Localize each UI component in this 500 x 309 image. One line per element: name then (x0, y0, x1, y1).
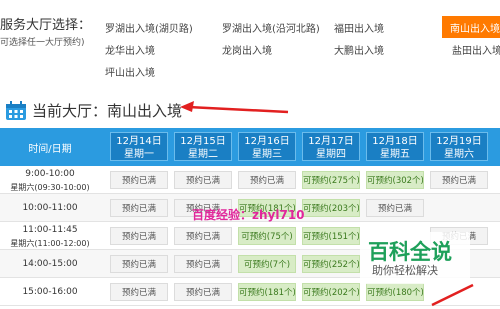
day-date: 12月14日 (116, 136, 162, 147)
slot-full: 预约已满 (366, 199, 424, 217)
day-date: 12月15日 (180, 136, 226, 147)
hall-selection-label: 服务大厅选择： (0, 18, 92, 33)
day-header: 12月17日 星期四 (302, 132, 360, 161)
day-weekday: 星期五 (380, 149, 410, 160)
red-line-annotation (431, 283, 474, 307)
time-range: 14:00-15:00 (22, 259, 78, 269)
current-hall-bar: 当前大厅：南山出入境 (0, 92, 500, 128)
slot-available[interactable]: 可预约(75个) (238, 227, 296, 245)
watermark-logo: 百科全说 助你轻松解决 (360, 232, 470, 284)
slot-available[interactable]: 可预约(181个) (238, 283, 296, 301)
day-header: 12月18日 星期五 (366, 132, 424, 161)
red-arrow-annotation (180, 101, 289, 114)
slot-available[interactable]: 可预约(302个) (366, 171, 424, 189)
hall-selection-panel: 服务大厅选择： 可选择任一大厅预约) 罗湖出入境(湖贝路) 罗湖出入境(沿河北路… (0, 0, 500, 88)
hall-option-longgang[interactable]: 龙岗出入境 (222, 42, 272, 57)
current-hall-title: 当前大厅：南山出入境 (32, 102, 183, 120)
day-weekday: 星期二 (188, 149, 218, 160)
slot-available[interactable]: 可预约(203个) (302, 199, 360, 217)
time-range: 9:00-10:00 (25, 169, 75, 179)
time-range: 15:00-16:00 (22, 287, 78, 297)
slot-available[interactable]: 可预约(252个) (302, 255, 360, 273)
day-weekday: 星期六 (444, 149, 474, 160)
slot-full: 预约已满 (110, 199, 168, 217)
slot-available[interactable]: 可预约(202个) (302, 283, 360, 301)
time-date-header: 时间/日期 (28, 143, 72, 155)
day-header: 12月14日 星期一 (110, 132, 168, 161)
table-row: 9:00-10:00 星期六(09:30-10:00) 预约已满 预约已满 预约已满 可预… (0, 166, 500, 194)
day-weekday: 星期四 (316, 149, 346, 160)
calendar-icon (6, 101, 26, 120)
hall-option-futian[interactable]: 福田出入境 (334, 20, 384, 35)
slot-full: 预约已满 (238, 171, 296, 189)
slot-full: 预约已满 (110, 227, 168, 245)
slot-available[interactable]: 可预约(180个) (366, 283, 424, 301)
hall-selection-hint: 可选择任一大厅预约) (0, 38, 85, 48)
hall-option-luohu-yanhe[interactable]: 罗湖出入境(沿河北路) (222, 20, 320, 35)
time-range-saturday: 星期六(09:30-10:00) (10, 183, 90, 192)
slot-available[interactable]: 可预约(275个) (302, 171, 360, 189)
day-date: 12月18日 (372, 136, 418, 147)
day-weekday: 星期三 (252, 149, 282, 160)
time-cell: 10:00-11:00 (0, 203, 100, 213)
hall-option-longhua[interactable]: 龙华出入境 (105, 42, 155, 57)
slot-full: 预约已满 (430, 171, 488, 189)
time-cell: 11:00-11:45 星期六(11:00-12:00) (0, 225, 100, 249)
slot-full: 预约已满 (110, 171, 168, 189)
hall-option-dapeng[interactable]: 大鹏出入境 (334, 42, 384, 57)
slot-available[interactable]: 可预约(151个) (302, 227, 360, 245)
hall-option-yantian[interactable]: 盐田出入境 (452, 42, 500, 57)
slot-full: 预约已满 (110, 283, 168, 301)
watermark-tagline: 助你轻松解决 (372, 264, 438, 277)
slot-full: 预约已满 (174, 283, 232, 301)
day-header: 12月15日 星期二 (174, 132, 232, 161)
slot-full: 预约已满 (174, 255, 232, 273)
day-date: 12月19日 (436, 136, 482, 147)
day-header: 12月19日 星期六 (430, 132, 488, 161)
time-cell: 9:00-10:00 星期六(09:30-10:00) (0, 169, 100, 193)
hall-option-nanshan[interactable]: 南山出入境 (442, 16, 500, 38)
slot-full: 预约已满 (174, 227, 232, 245)
slot-available[interactable]: 可预约(7个) (238, 255, 296, 273)
hall-option-luohu-hubei[interactable]: 罗湖出入境(湖贝路) (105, 20, 193, 35)
hall-option-pingshan[interactable]: 坪山出入境 (105, 64, 155, 79)
watermark-text: 百度经验：zhyl710 (192, 208, 305, 222)
time-cell: 15:00-16:00 (0, 287, 100, 297)
day-date: 12月17日 (308, 136, 354, 147)
time-range-saturday: 星期六(11:00-12:00) (10, 239, 90, 248)
slot-full: 预约已满 (174, 171, 232, 189)
table-header: 时间/日期 12月14日 星期一 12月15日 星期二 12月16日 星期三 1… (0, 128, 500, 166)
day-weekday: 星期一 (124, 149, 154, 160)
time-range: 10:00-11:00 (22, 203, 78, 213)
time-range: 11:00-11:45 (22, 225, 78, 235)
day-header: 12月16日 星期三 (238, 132, 296, 161)
slot-full: 预约已满 (110, 255, 168, 273)
day-date: 12月16日 (244, 136, 290, 147)
time-cell: 14:00-15:00 (0, 259, 100, 269)
